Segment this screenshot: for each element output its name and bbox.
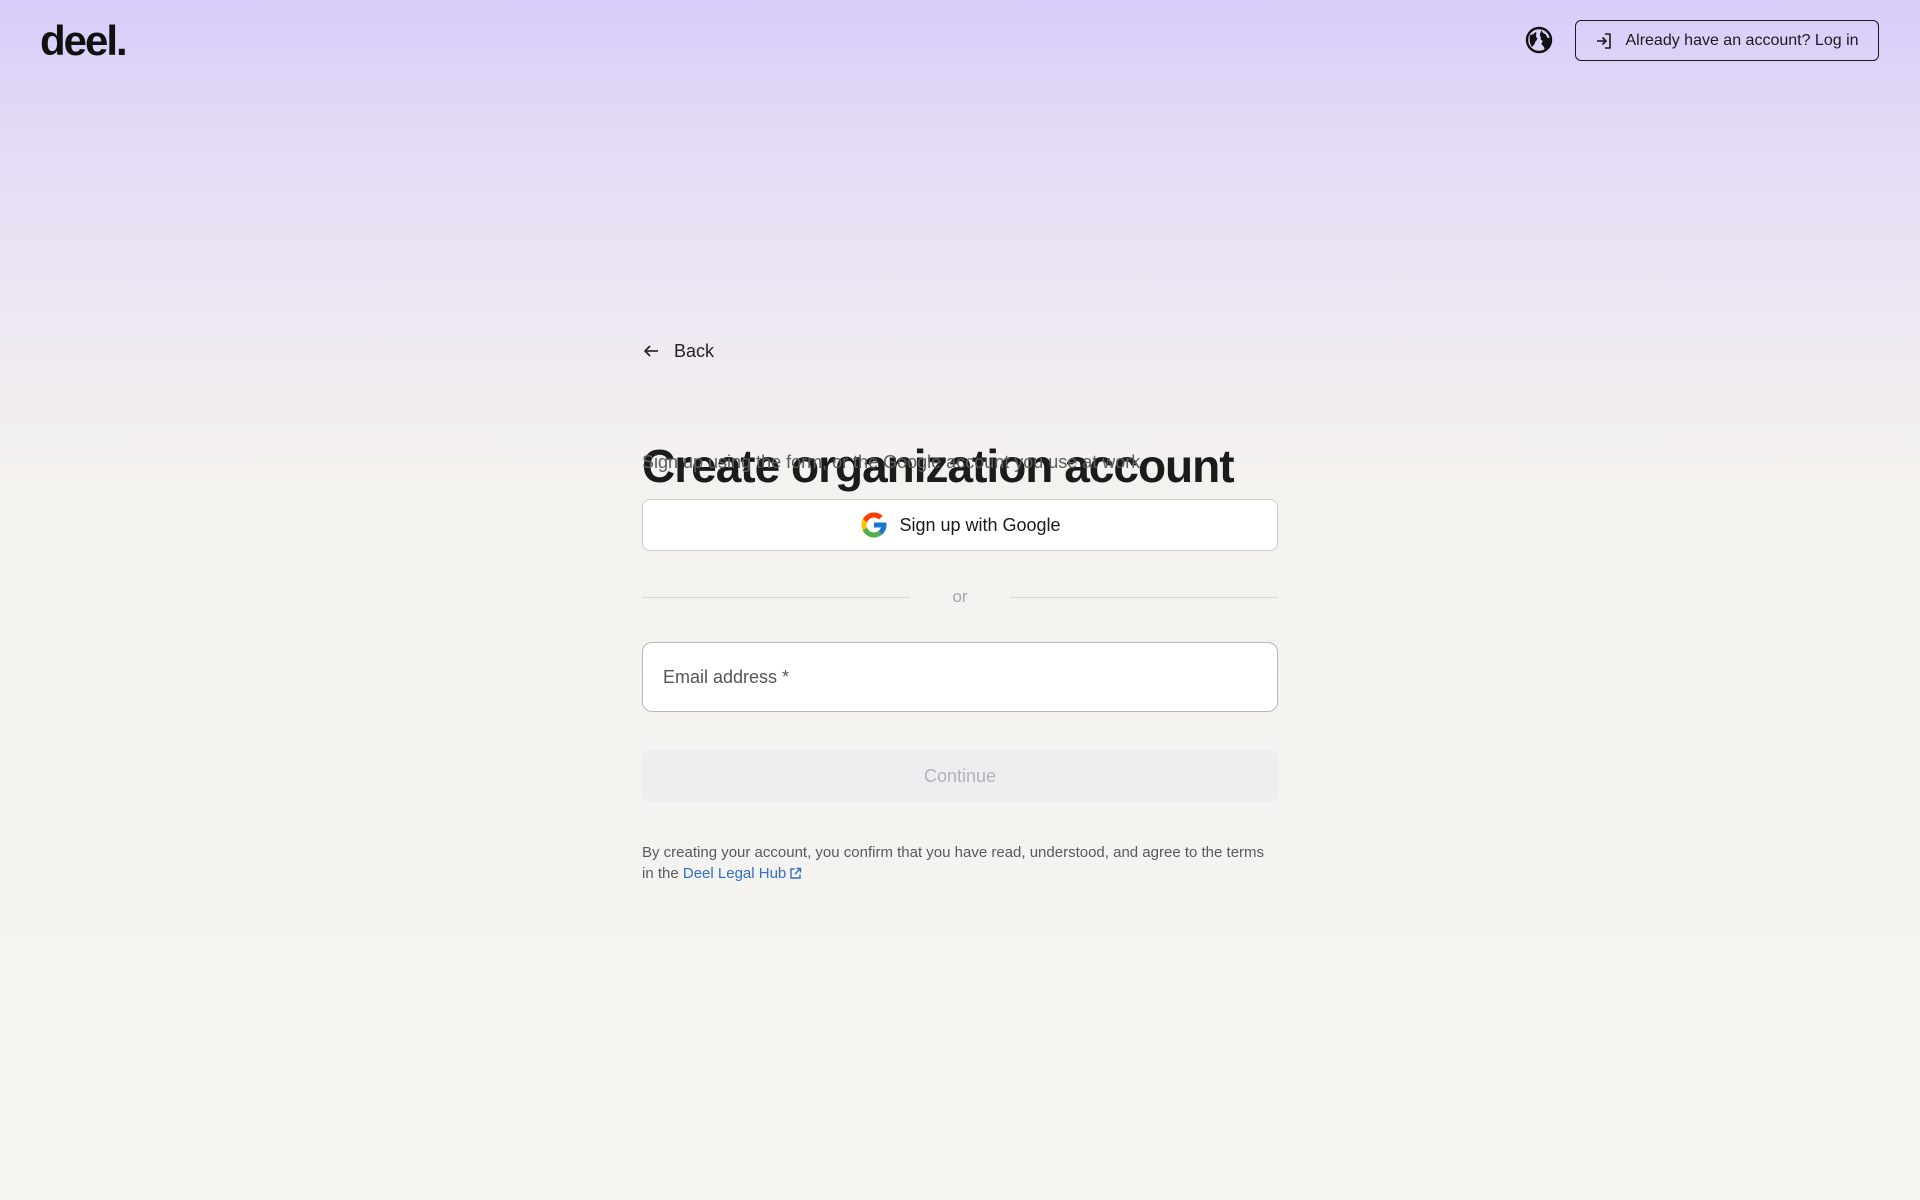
divider-line-left — [642, 596, 910, 598]
legal-notice: By creating your account, you confirm th… — [642, 842, 1278, 886]
login-button[interactable]: Already have an account? Log in — [1575, 20, 1879, 61]
login-button-label: Already have an account? Log in — [1625, 31, 1859, 49]
email-required-marker: * — [782, 666, 790, 687]
log-in-icon — [1595, 32, 1613, 50]
email-field-label: Email address — [663, 666, 778, 687]
continue-label: Continue — [923, 765, 997, 786]
arrow-left-icon — [644, 345, 658, 357]
back-label: Back — [674, 340, 715, 361]
or-divider: or — [642, 586, 1278, 608]
back-link[interactable]: Back — [642, 336, 714, 366]
signup-form: Back Create organization account Sign up… — [642, 336, 1278, 882]
google-icon — [861, 512, 887, 538]
globe-icon — [1525, 26, 1553, 54]
google-signup-label: Sign up with Google — [899, 514, 1061, 535]
continue-button[interactable]: Continue — [642, 750, 1278, 802]
legal-hub-link-label: Deel Legal Hub — [682, 865, 787, 882]
external-link-icon — [789, 865, 802, 886]
deel-logo[interactable]: deel. — [40, 14, 128, 68]
page-subtitle: Sign up using the form, or the Google ac… — [642, 452, 1141, 472]
google-signup-button[interactable]: Sign up with Google — [642, 499, 1278, 551]
email-field[interactable]: Email address * — [642, 642, 1278, 712]
divider-line-right — [1010, 596, 1278, 598]
language-button[interactable] — [1524, 25, 1554, 55]
header: deel. Already have an account? Log in — [0, 0, 1920, 82]
divider-text: or — [952, 587, 968, 606]
legal-hub-link[interactable]: Deel Legal Hub — [683, 865, 802, 882]
